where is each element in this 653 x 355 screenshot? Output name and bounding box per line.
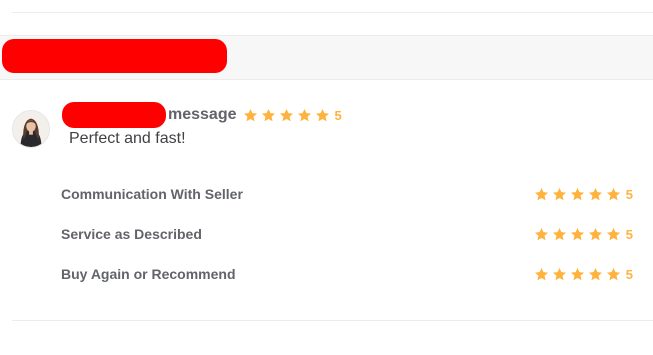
rating-label: Buy Again or Recommend — [61, 266, 236, 282]
star-icon — [606, 227, 620, 240]
star-icon — [534, 227, 548, 240]
rating-score: 5 — [625, 266, 633, 282]
reviewer-name-suffix: message — [168, 106, 237, 123]
rating-label: Service as Described — [61, 226, 202, 242]
star-icon — [552, 187, 566, 200]
star-icon — [297, 108, 311, 121]
star-icon — [243, 108, 257, 121]
rating-label: Communication With Seller — [61, 186, 243, 202]
star-icon — [261, 108, 275, 121]
rating-stars: 5 — [534, 267, 633, 282]
rating-score: 5 — [625, 226, 633, 242]
star-icon — [606, 267, 620, 280]
star-icon — [534, 187, 548, 200]
redacted-header — [2, 39, 227, 73]
overall-rating-stars: 5 — [243, 108, 342, 123]
overall-rating-score: 5 — [334, 107, 342, 123]
star-icon — [588, 267, 602, 280]
review-comment: Perfect and fast! — [69, 130, 186, 147]
bottom-divider — [12, 320, 653, 321]
star-icon — [279, 108, 293, 121]
top-divider — [12, 12, 653, 13]
star-icon — [552, 227, 566, 240]
rating-row-communication: Communication With Seller 5 — [61, 184, 633, 204]
rating-row-recommend: Buy Again or Recommend 5 — [61, 264, 633, 284]
star-icon — [606, 187, 620, 200]
redacted-reviewer-name — [62, 102, 166, 128]
star-icon — [552, 267, 566, 280]
reviewer-avatar[interactable] — [12, 110, 50, 148]
star-icon — [570, 187, 584, 200]
star-icon — [315, 108, 329, 121]
rating-stars: 5 — [534, 187, 633, 202]
star-icon — [534, 267, 548, 280]
rating-row-service: Service as Described 5 — [61, 224, 633, 244]
rating-score: 5 — [625, 186, 633, 202]
star-icon — [588, 227, 602, 240]
star-icon — [570, 267, 584, 280]
avatar-image — [13, 111, 49, 147]
rating-stars: 5 — [534, 227, 633, 242]
star-icon — [570, 227, 584, 240]
review-header-band — [0, 35, 653, 80]
star-icon — [588, 187, 602, 200]
reviewer-name-row: message 5 — [62, 102, 342, 128]
